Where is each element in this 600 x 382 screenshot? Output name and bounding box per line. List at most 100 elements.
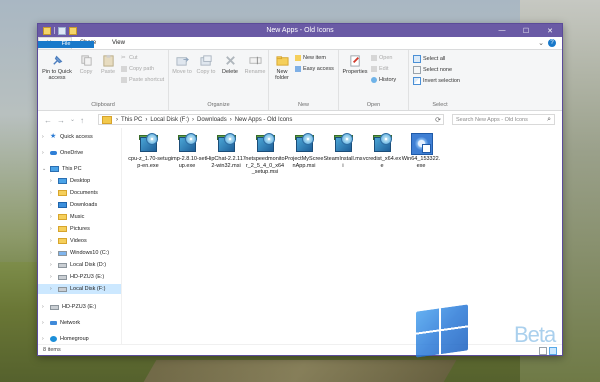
- new-item-button[interactable]: New item: [295, 55, 326, 61]
- edit-button[interactable]: Edit: [371, 66, 388, 72]
- file-item[interactable]: HipChat-2.2.1172-win32.msi: [206, 132, 246, 169]
- file-item[interactable]: netspeedmonitor_2_5_4_0_x64_setup.msi: [245, 132, 285, 176]
- open-button[interactable]: Open: [371, 55, 392, 61]
- back-arrow-icon[interactable]: ←: [44, 116, 52, 125]
- collapse-chevron-icon[interactable]: ⌄: [42, 166, 47, 172]
- large-icons-view-icon[interactable]: [549, 347, 557, 355]
- nav-item-music[interactable]: › Music: [50, 212, 84, 222]
- setup-icon: [371, 132, 393, 154]
- nav-item-this-pc[interactable]: ⌄ This PC: [42, 164, 82, 174]
- tab-file[interactable]: File: [38, 41, 94, 48]
- expand-chevron-icon[interactable]: ›: [50, 262, 55, 268]
- expand-chevron-icon[interactable]: ›: [50, 274, 55, 280]
- music-folder-icon: [58, 214, 67, 220]
- navigation-buttons: ← → ⌄ ↑: [38, 116, 100, 125]
- breadcrumb-local-disk-f[interactable]: Local Disk (F:): [150, 117, 189, 123]
- chevron-down-icon[interactable]: ⌄: [538, 39, 544, 47]
- nav-item-hd-pzu3-e[interactable]: › HD-PZU3 (E:): [42, 302, 96, 312]
- nav-item-documents[interactable]: › Documents: [50, 188, 98, 198]
- forward-arrow-icon[interactable]: →: [57, 116, 65, 125]
- up-arrow-icon[interactable]: ↑: [80, 116, 84, 125]
- drive-icon: [58, 274, 67, 280]
- desktop-icon: [58, 178, 67, 184]
- paste-shortcut-button[interactable]: Paste shortcut: [121, 77, 164, 83]
- file-item[interactable]: ProjectMyScreenApp.msi: [284, 132, 324, 169]
- expand-chevron-icon[interactable]: ›: [42, 150, 47, 156]
- tab-view[interactable]: View: [104, 37, 133, 49]
- paste-button[interactable]: Paste: [98, 54, 118, 75]
- expand-chevron-icon[interactable]: ›: [50, 286, 55, 292]
- nav-item-onedrive[interactable]: › OneDrive: [42, 148, 83, 158]
- new-folder-icon[interactable]: [69, 26, 77, 35]
- properties-button[interactable]: Properties: [341, 54, 369, 75]
- cut-button[interactable]: ✂ Cut: [121, 55, 138, 61]
- expand-chevron-icon[interactable]: ›: [42, 304, 47, 310]
- breadcrumb-new-apps-old-icons[interactable]: New Apps - Old Icons: [235, 117, 293, 123]
- copy-button[interactable]: Copy: [76, 54, 96, 75]
- nav-item-local-disk-f[interactable]: › Local Disk (F:): [38, 284, 121, 294]
- help-icon[interactable]: ?: [548, 39, 556, 47]
- search-input[interactable]: Search New Apps - Old Icons ⌕: [452, 114, 555, 125]
- expand-chevron-icon[interactable]: ›: [42, 134, 47, 140]
- nav-item-windows10-c[interactable]: › Windows10 (C:): [50, 248, 109, 258]
- expand-chevron-icon[interactable]: ›: [50, 250, 55, 256]
- move-to-button[interactable]: Move to: [171, 54, 193, 75]
- expand-chevron-icon[interactable]: ›: [42, 320, 47, 326]
- copy-to-button[interactable]: Copy to: [195, 54, 217, 75]
- file-item[interactable]: cpu-z_1.70-setup-en.exe: [128, 132, 168, 169]
- new-item-icon: [295, 55, 301, 61]
- expand-chevron-icon[interactable]: ›: [50, 178, 55, 184]
- recent-chevron-icon[interactable]: ⌄: [70, 116, 75, 125]
- address-bar[interactable]: › This PC › Local Disk (F:) › Downloads …: [98, 114, 444, 125]
- expand-chevron-icon[interactable]: ›: [50, 190, 55, 196]
- nav-item-network[interactable]: › Network: [42, 318, 80, 328]
- properties-icon: [349, 55, 360, 67]
- breadcrumb-separator: ›: [192, 116, 195, 123]
- new-folder-label: New folder: [275, 69, 289, 81]
- title-bar[interactable]: New Apps - Old Icons — ☐ ✕: [38, 24, 562, 37]
- refresh-icon[interactable]: ⟳: [435, 116, 441, 124]
- nav-item-desktop[interactable]: › Desktop: [50, 176, 90, 186]
- file-item[interactable]: Win64_153322.exe: [401, 132, 441, 169]
- invert-selection-button[interactable]: Invert selection: [413, 77, 460, 85]
- expand-chevron-icon[interactable]: ›: [50, 226, 55, 232]
- pin-icon: [52, 55, 62, 65]
- close-button[interactable]: ✕: [538, 24, 562, 37]
- breadcrumb-separator: ›: [229, 116, 232, 123]
- copy-label: Copy: [79, 69, 93, 75]
- rename-button[interactable]: Rename: [243, 54, 267, 75]
- nav-item-local-disk-d[interactable]: › Local Disk (D:): [50, 260, 106, 270]
- expand-chevron-icon[interactable]: ›: [50, 238, 55, 244]
- pin-to-quick-access-button[interactable]: Pin to Quick access: [40, 54, 74, 81]
- breadcrumb-downloads[interactable]: Downloads: [197, 117, 227, 123]
- file-item[interactable]: SteamInstall.msi: [323, 132, 363, 169]
- minimize-button[interactable]: —: [490, 24, 514, 37]
- new-folder-button[interactable]: New folder: [271, 54, 293, 81]
- quick-access-toolbar: [38, 26, 77, 35]
- nav-item-pictures[interactable]: › Pictures: [50, 224, 90, 234]
- folder-icon[interactable]: [43, 26, 51, 35]
- easy-access-button[interactable]: Easy access: [295, 66, 334, 72]
- expand-chevron-icon[interactable]: ›: [50, 202, 55, 208]
- window-controls: — ☐ ✕: [490, 24, 562, 37]
- nav-item-homegroup[interactable]: › Homegroup: [42, 334, 89, 344]
- setup-icon: [254, 132, 276, 154]
- nav-item-videos[interactable]: › Videos: [50, 236, 87, 246]
- history-button[interactable]: History: [371, 77, 396, 83]
- select-none-button[interactable]: Select none: [413, 66, 452, 74]
- expand-chevron-icon[interactable]: ›: [50, 214, 55, 220]
- nav-item-hd-pzu3-e-sub[interactable]: › HD-PZU3 (E:): [50, 272, 104, 282]
- maximize-button[interactable]: ☐: [514, 24, 538, 37]
- delete-button[interactable]: Delete: [219, 54, 241, 75]
- star-icon: ★: [50, 133, 57, 140]
- properties-icon[interactable]: [58, 26, 66, 35]
- breadcrumb-this-pc[interactable]: This PC: [121, 117, 142, 123]
- expand-chevron-icon[interactable]: ›: [42, 336, 47, 342]
- nav-item-quick-access[interactable]: › ★ Quick access: [42, 132, 93, 142]
- nav-item-downloads[interactable]: › Downloads: [50, 200, 97, 210]
- file-name: vcredist_x64.exe: [362, 156, 402, 169]
- file-item[interactable]: gimp-2.8.10-setup.exe: [167, 132, 207, 169]
- file-item[interactable]: vcredist_x64.exe: [362, 132, 402, 169]
- copy-path-button[interactable]: Copy path: [121, 66, 154, 72]
- select-all-button[interactable]: Select all: [413, 55, 445, 63]
